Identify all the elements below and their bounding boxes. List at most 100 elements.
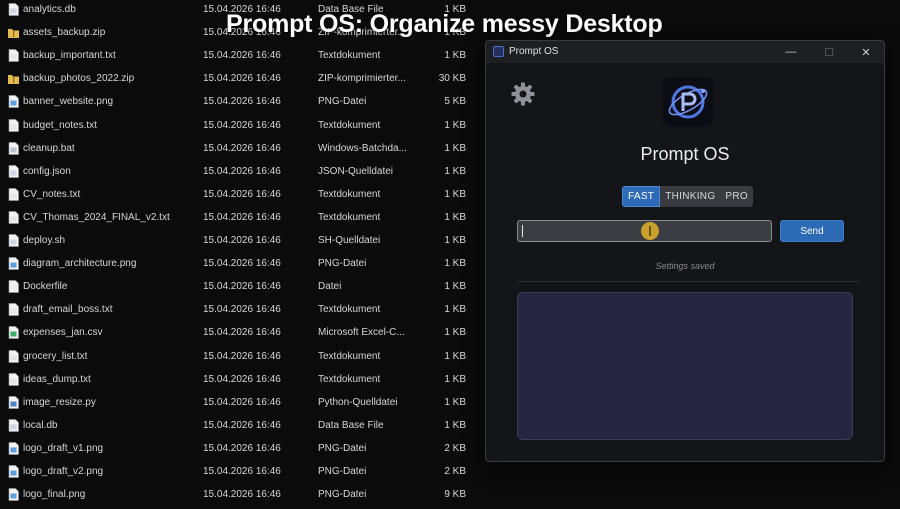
- file-type: Textdokument: [318, 304, 381, 316]
- file-size: 1 KB: [444, 350, 466, 362]
- maximize-button[interactable]: ☐: [810, 41, 848, 63]
- mouse-cursor-highlight: [641, 222, 659, 240]
- file-size: 1 KB: [444, 142, 466, 154]
- file-type: SH-Quelldatei: [318, 235, 381, 246]
- text-file-icon: [8, 187, 19, 201]
- file-row[interactable]: cleanup.bat 15.04.2026 16:46 Windows-Batch…: [0, 137, 480, 160]
- file-type: Textdokument: [318, 188, 381, 200]
- mode-fast-button[interactable]: FAST: [622, 186, 661, 207]
- file-type: Textdokument: [318, 119, 381, 131]
- mode-toggle: FAST THINKING PRO: [622, 186, 753, 207]
- divider: [518, 281, 859, 282]
- image-file-icon: [8, 465, 19, 478]
- file-size: 1 KB: [444, 258, 466, 270]
- file-row[interactable]: backup_important.txt 15.04.2026 16:46 Text…: [0, 44, 480, 67]
- mode-pro-button[interactable]: PRO: [720, 186, 753, 207]
- file-type: Microsoft Excel-C...: [318, 327, 405, 339]
- file-type: Python-Quelldatei: [318, 396, 398, 408]
- file-size: 1 KB: [444, 304, 466, 316]
- file-type: PNG-Datei: [318, 442, 367, 454]
- file-row[interactable]: config.json 15.04.2026 16:46 JSON-Quelldat…: [0, 160, 480, 183]
- file-date: 15.04.2026 16:46: [203, 73, 281, 85]
- image-file-icon: [8, 442, 19, 455]
- file-type: JSON-Quelldatei: [318, 165, 394, 177]
- file-type: ZIP-komprimierter...: [318, 73, 406, 85]
- file-date: 15.04.2026 16:46: [203, 211, 281, 223]
- file-row[interactable]: ideas_dump.txt 15.04.2026 16:46 Textdokume…: [0, 368, 480, 391]
- file-row[interactable]: logo_draft_v1.png 15.04.2026 16:46 PNG-Dat…: [0, 437, 480, 460]
- file-name: backup_important.txt: [23, 50, 116, 62]
- folder-zip-icon: [8, 75, 19, 85]
- file-size: 1 KB: [444, 419, 466, 431]
- doc-icon: [8, 3, 19, 16]
- text-file-icon: [8, 372, 19, 386]
- file-row[interactable]: backup_photos_2022.zip 15.04.2026 16:46 ZI…: [0, 67, 480, 90]
- file-type: Textdokument: [318, 373, 381, 385]
- file-size: 1 KB: [444, 119, 466, 131]
- file-type: Textdokument: [318, 50, 381, 62]
- doc-icon: [8, 234, 19, 247]
- output-panel[interactable]: [517, 292, 853, 440]
- file-size: 1 KB: [444, 211, 466, 223]
- file-date: 15.04.2026 16:46: [203, 96, 281, 108]
- file-name: cleanup.bat: [23, 142, 75, 154]
- file-date: 15.04.2026 16:46: [203, 304, 281, 316]
- doc-icon: [8, 418, 19, 432]
- file-date: 15.04.2026 16:46: [203, 165, 281, 177]
- file-row[interactable]: grocery_list.txt 15.04.2026 16:46 Textdoku…: [0, 345, 480, 368]
- file-type: PNG-Datei: [318, 489, 367, 501]
- file-type: Data Base File: [318, 419, 384, 431]
- file-row[interactable]: budget_notes.txt 15.04.2026 16:46 Textdoku…: [0, 114, 480, 137]
- file-row[interactable]: Dockerfile 15.04.2026 16:46 Datei 1 KB: [0, 275, 480, 298]
- status-text: Settings saved: [655, 261, 715, 271]
- file-row[interactable]: image_resize.py 15.04.2026 16:46 Python-Qu…: [0, 391, 480, 414]
- file-size: 1 KB: [444, 373, 466, 385]
- file-row[interactable]: deploy.sh 15.04.2026 16:46 SH-Quelldatei 1 …: [0, 229, 480, 252]
- batch-file-icon: [8, 141, 19, 155]
- file-row[interactable]: diagram_architecture.png 15.04.2026 16:46…: [0, 252, 480, 275]
- file-list: analytics.db 15.04.2026 16:46 Data Base Fi…: [0, 0, 480, 509]
- gear-icon[interactable]: [510, 81, 536, 107]
- text-file-icon: [8, 118, 19, 132]
- blank-file-icon: [8, 280, 19, 293]
- minimize-button[interactable]: —: [772, 41, 810, 63]
- text-file-icon: [8, 349, 19, 363]
- file-size: 5 KB: [444, 96, 466, 108]
- file-name: assets_backup.zip: [23, 27, 106, 39]
- file-row[interactable]: local.db 15.04.2026 16:46 Data Base File 1 …: [0, 414, 480, 437]
- file-type: Textdokument: [318, 211, 381, 223]
- file-type: PNG-Datei: [318, 96, 367, 108]
- file-row[interactable]: CV_notes.txt 15.04.2026 16:46 Textdokument…: [0, 183, 480, 206]
- file-date: 15.04.2026 16:46: [203, 442, 281, 454]
- file-date: 15.04.2026 16:46: [203, 50, 281, 62]
- file-size: 1 KB: [444, 281, 466, 293]
- app-icon: [493, 46, 504, 57]
- logo-icon: [663, 77, 713, 127]
- file-date: 15.04.2026 16:46: [203, 281, 281, 293]
- file-size: 1 KB: [444, 50, 466, 62]
- window-title: Prompt OS: [509, 46, 559, 57]
- file-type: PNG-Datei: [318, 258, 367, 270]
- mode-thinking-button[interactable]: THINKING: [660, 186, 720, 207]
- file-size: 9 KB: [444, 489, 466, 501]
- close-button[interactable]: ✕: [847, 41, 884, 63]
- file-type: PNG-Datei: [318, 466, 367, 477]
- file-name: Dockerfile: [23, 281, 68, 293]
- send-button[interactable]: Send: [780, 220, 844, 242]
- file-size: 1 KB: [444, 235, 466, 246]
- file-row[interactable]: draft_email_boss.txt 15.04.2026 16:46 Text…: [0, 298, 480, 321]
- file-row[interactable]: expenses_jan.csv 15.04.2026 16:46 Microsof…: [0, 321, 480, 344]
- file-row[interactable]: logo_draft_v2.png 15.04.2026 16:46 PNG-Dat…: [0, 460, 480, 483]
- file-date: 15.04.2026 16:46: [203, 258, 281, 270]
- file-size: 1 KB: [444, 327, 466, 339]
- file-size: 30 KB: [438, 73, 466, 85]
- python-file-icon: [8, 395, 19, 409]
- app-heading: Prompt OS: [640, 144, 730, 164]
- file-row[interactable]: CV_Thomas_2024_FINAL_v2.txt 15.04.2026 16…: [0, 206, 480, 229]
- window-titlebar[interactable]: Prompt OS — ☐ ✕: [486, 41, 884, 63]
- file-row[interactable]: logo_final.png 15.04.2026 16:46 PNG-Datei 9…: [0, 483, 480, 506]
- file-row[interactable]: banner_website.png 15.04.2026 16:46 PNG-Da…: [0, 90, 480, 113]
- overlay-title: Prompt OS: Organize messy Desktop: [226, 10, 663, 38]
- file-name: CV_Thomas_2024_FINAL_v2.txt: [23, 211, 170, 223]
- text-file-icon: [8, 303, 19, 317]
